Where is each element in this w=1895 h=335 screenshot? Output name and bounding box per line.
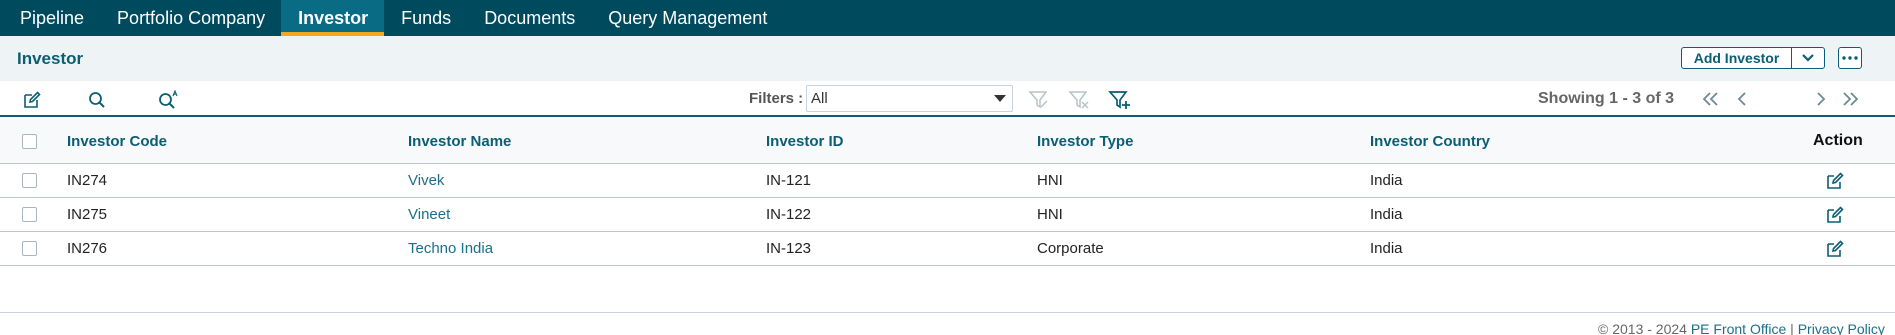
column-header-investor-name[interactable]: Investor Name	[408, 119, 511, 163]
cell-investor-id: IN-121	[766, 172, 812, 189]
filter-add-icon	[1108, 91, 1130, 109]
column-header-action: Action	[1813, 132, 1863, 149]
cell-investor-code: IN274	[67, 172, 108, 189]
caret-down-icon	[994, 95, 1006, 102]
cell-investor-country: India	[1370, 240, 1403, 257]
table-row: IN275 Vineet IN-122 HNI India	[0, 198, 1895, 232]
row-checkbox[interactable]	[22, 173, 37, 188]
search-button[interactable]	[85, 89, 109, 111]
page-header: Investor Add Investor	[0, 36, 1895, 81]
footer: © 2013 - 2024 PE Front Office | Privacy …	[1598, 321, 1885, 335]
pagination-summary: Showing 1 - 3 of 3	[1538, 90, 1675, 107]
add-investor-button[interactable]: Add Investor	[1681, 47, 1825, 69]
cell-investor-name-link[interactable]: Techno India	[408, 232, 493, 265]
row-select-cell	[22, 232, 37, 265]
first-page-button[interactable]	[1700, 89, 1722, 109]
edit-icon	[1827, 205, 1844, 223]
edit-row-button[interactable]	[1822, 169, 1848, 193]
apply-filter-button[interactable]	[1027, 89, 1051, 111]
row-action-cell	[1822, 198, 1848, 231]
column-header-investor-country[interactable]: Investor Country	[1370, 119, 1490, 163]
edit-row-button[interactable]	[1822, 237, 1848, 261]
edit-icon	[24, 91, 41, 108]
cell-investor-code: IN275	[67, 206, 108, 223]
advanced-search-button[interactable]	[157, 89, 181, 111]
double-chevron-left-icon	[1702, 92, 1718, 106]
select-all-checkbox[interactable]	[22, 133, 37, 149]
select-all-cell	[22, 119, 37, 163]
filter-select[interactable]: All	[806, 85, 1013, 112]
row-select-cell	[22, 198, 37, 231]
cell-investor-type: HNI	[1037, 172, 1063, 189]
previous-page-button[interactable]	[1731, 89, 1753, 109]
investor-table: Investor Code Investor Name Investor ID …	[0, 119, 1895, 266]
chevron-down-icon	[1802, 54, 1814, 62]
filters-label: Filters :	[749, 90, 804, 107]
table-row: IN276 Techno India IN-123 Corporate Indi…	[0, 232, 1895, 266]
edit-icon	[1827, 171, 1844, 189]
filter-value: All	[811, 90, 828, 107]
row-action-cell	[1822, 164, 1848, 197]
cell-investor-id: IN-122	[766, 206, 812, 223]
toolbar: Filters : All Showing 1 - 3 of 3	[0, 81, 1895, 117]
cell-investor-country: India	[1370, 172, 1403, 189]
table-row: IN274 Vivek IN-121 HNI India	[0, 164, 1895, 198]
edit-row-button[interactable]	[1822, 203, 1848, 227]
advanced-search-icon	[159, 90, 178, 109]
footer-divider	[0, 312, 1895, 313]
table-header: Investor Code Investor Name Investor ID …	[0, 119, 1895, 164]
chevron-right-icon	[1817, 92, 1826, 106]
more-options-button[interactable]	[1838, 47, 1862, 69]
cell-investor-name-link[interactable]: Vivek	[408, 164, 444, 197]
top-nav: Pipeline Portfolio Company Investor Fund…	[0, 0, 1895, 36]
cell-investor-id: IN-123	[766, 240, 812, 257]
add-filter-button[interactable]	[1108, 89, 1132, 111]
cell-investor-name-link[interactable]: Vineet	[408, 198, 450, 231]
footer-brand-link[interactable]: PE Front Office	[1691, 321, 1786, 335]
chevron-left-icon	[1737, 92, 1746, 106]
search-icon	[89, 92, 105, 108]
footer-privacy-link[interactable]: Privacy Policy	[1798, 321, 1885, 335]
add-investor-label[interactable]: Add Investor	[1682, 48, 1792, 68]
more-dots-icon	[1842, 56, 1858, 60]
row-action-cell	[1822, 232, 1848, 265]
next-page-button[interactable]	[1810, 89, 1832, 109]
nav-investor[interactable]: Investor	[281, 0, 385, 36]
nav-documents[interactable]: Documents	[467, 0, 591, 36]
page-title: Investor	[17, 49, 84, 68]
nav-portfolio-company[interactable]: Portfolio Company	[100, 0, 281, 36]
edit-icon	[1827, 239, 1844, 257]
row-select-cell	[22, 164, 37, 197]
bulk-edit-button[interactable]	[20, 89, 44, 111]
last-page-button[interactable]	[1839, 89, 1861, 109]
nav-query-management[interactable]: Query Management	[591, 0, 783, 36]
row-checkbox[interactable]	[22, 207, 37, 222]
column-header-investor-type[interactable]: Investor Type	[1037, 119, 1133, 163]
cell-investor-country: India	[1370, 206, 1403, 223]
add-investor-dropdown[interactable]	[1792, 48, 1824, 68]
filter-clear-icon	[1068, 91, 1089, 109]
nav-pipeline[interactable]: Pipeline	[0, 0, 100, 36]
row-checkbox[interactable]	[22, 241, 37, 256]
cell-investor-code: IN276	[67, 240, 108, 257]
column-header-investor-id[interactable]: Investor ID	[766, 119, 844, 163]
footer-copyright: © 2013 - 2024	[1598, 321, 1687, 335]
clear-filter-button[interactable]	[1067, 89, 1091, 111]
footer-separator: |	[1790, 321, 1794, 335]
column-header-investor-code[interactable]: Investor Code	[67, 119, 167, 163]
filter-edit-icon	[1028, 91, 1048, 109]
cell-investor-type: Corporate	[1037, 240, 1104, 257]
double-chevron-right-icon	[1843, 92, 1859, 106]
nav-funds[interactable]: Funds	[384, 0, 467, 36]
cell-investor-type: HNI	[1037, 206, 1063, 223]
